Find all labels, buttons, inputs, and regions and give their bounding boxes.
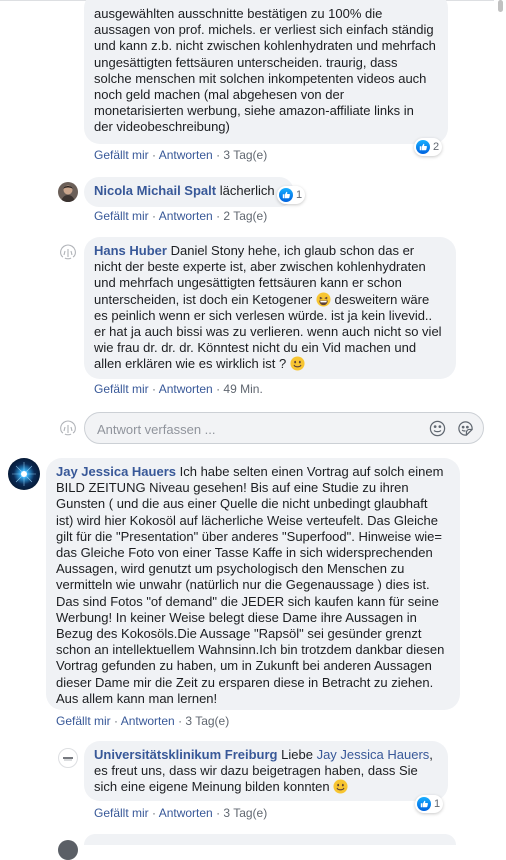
reaction-count[interactable]: 1 xyxy=(415,795,444,813)
smile-emoji-icon xyxy=(290,356,305,371)
separator: · xyxy=(152,148,157,162)
emoji-picker-icon[interactable] xyxy=(429,420,446,437)
separator: · xyxy=(178,714,183,728)
separator: · xyxy=(216,806,221,820)
comment-author[interactable]: Hans Huber xyxy=(94,243,167,258)
timestamp[interactable]: 3 Tag(e) xyxy=(185,714,229,728)
separator: · xyxy=(216,148,221,162)
reply-link[interactable]: Antworten xyxy=(159,209,213,223)
reaction-count[interactable]: 2 xyxy=(414,138,443,156)
scrollbar[interactable] xyxy=(494,0,506,845)
comment-actions: Gefällt mir · Antworten · 3 Tag(e) xyxy=(94,806,267,820)
grinning-emoji-icon xyxy=(316,292,331,307)
like-link[interactable]: Gefällt mir xyxy=(94,806,149,820)
comment-text: lächerlich xyxy=(219,183,275,198)
avatar[interactable] xyxy=(58,242,78,262)
comment-text: Liebe xyxy=(281,747,313,762)
reaction-count-number: 2 xyxy=(433,141,440,153)
reply-link[interactable]: Antworten xyxy=(159,148,213,162)
comment-bubble: Nicola Michail Spalt lächerlich xyxy=(84,177,294,207)
like-reaction-icon xyxy=(416,140,430,154)
like-link[interactable]: Gefällt mir xyxy=(94,382,149,396)
like-link[interactable]: Gefällt mir xyxy=(94,148,149,162)
comment-bubble: ausgewählten ausschnitte bestätigen zu 1… xyxy=(84,0,448,144)
separator: · xyxy=(152,209,157,223)
comment-bubble: Jay Jessica Hauers Ich habe selten einen… xyxy=(46,458,460,710)
separator: · xyxy=(216,382,221,396)
comment-author[interactable]: Universitätsklinikum Freiburg xyxy=(94,747,278,762)
comment-text: Ich habe selten einen Vortrag auf solch … xyxy=(56,464,445,706)
timestamp[interactable]: 3 Tag(e) xyxy=(223,806,267,820)
avatar[interactable] xyxy=(58,748,78,768)
reaction-count-number: 1 xyxy=(296,189,303,201)
avatar[interactable] xyxy=(8,458,40,490)
comment-actions: Gefällt mir · Antworten · 49 Min. xyxy=(94,382,263,396)
timestamp[interactable]: 49 Min. xyxy=(223,382,262,396)
avatar[interactable] xyxy=(58,182,78,202)
separator: · xyxy=(152,806,157,820)
like-reaction-icon xyxy=(279,188,293,202)
smile-emoji-icon xyxy=(333,779,348,794)
reply-link[interactable]: Antworten xyxy=(159,382,213,396)
scrollbar-thumb[interactable] xyxy=(498,0,503,12)
comment-actions: Gefällt mir · Antworten · 3 Tag(e) xyxy=(94,148,267,162)
avatar[interactable] xyxy=(58,840,78,860)
like-link[interactable]: Gefällt mir xyxy=(94,209,149,223)
comment-bubble: Hans Huber Daniel Stony hehe, ich glaub … xyxy=(84,237,456,379)
reply-link[interactable]: Antworten xyxy=(159,806,213,820)
sticker-icon[interactable] xyxy=(457,420,474,437)
comment-bubble: Universitätsklinikum Freiburg Liebe Jay … xyxy=(84,741,448,801)
separator: · xyxy=(152,382,157,396)
like-reaction-icon xyxy=(417,797,431,811)
like-link[interactable]: Gefällt mir xyxy=(56,714,111,728)
comment-actions: Gefällt mir · Antworten · 3 Tag(e) xyxy=(56,714,229,728)
comment-author[interactable]: Jay Jessica Hauers xyxy=(56,464,176,479)
separator: · xyxy=(114,714,119,728)
comment-actions: Gefällt mir · Antworten · 2 Tag(e) xyxy=(94,209,267,223)
reply-box xyxy=(84,412,484,445)
comment-text: ausgewählten ausschnitte bestätigen zu 1… xyxy=(94,6,436,135)
reaction-count-number: 1 xyxy=(434,798,441,810)
reply-input[interactable] xyxy=(95,413,419,445)
avatar xyxy=(58,418,78,438)
reply-link[interactable]: Antworten xyxy=(121,714,175,728)
comment-author[interactable]: Nicola Michail Spalt xyxy=(94,183,216,198)
comment-bubble xyxy=(84,834,456,845)
timestamp[interactable]: 3 Tag(e) xyxy=(223,148,267,162)
reaction-count[interactable]: 1 xyxy=(277,186,306,204)
separator: · xyxy=(216,209,221,223)
mention-link[interactable]: Jay Jessica Hauers xyxy=(317,747,430,762)
timestamp[interactable]: 2 Tag(e) xyxy=(223,209,267,223)
